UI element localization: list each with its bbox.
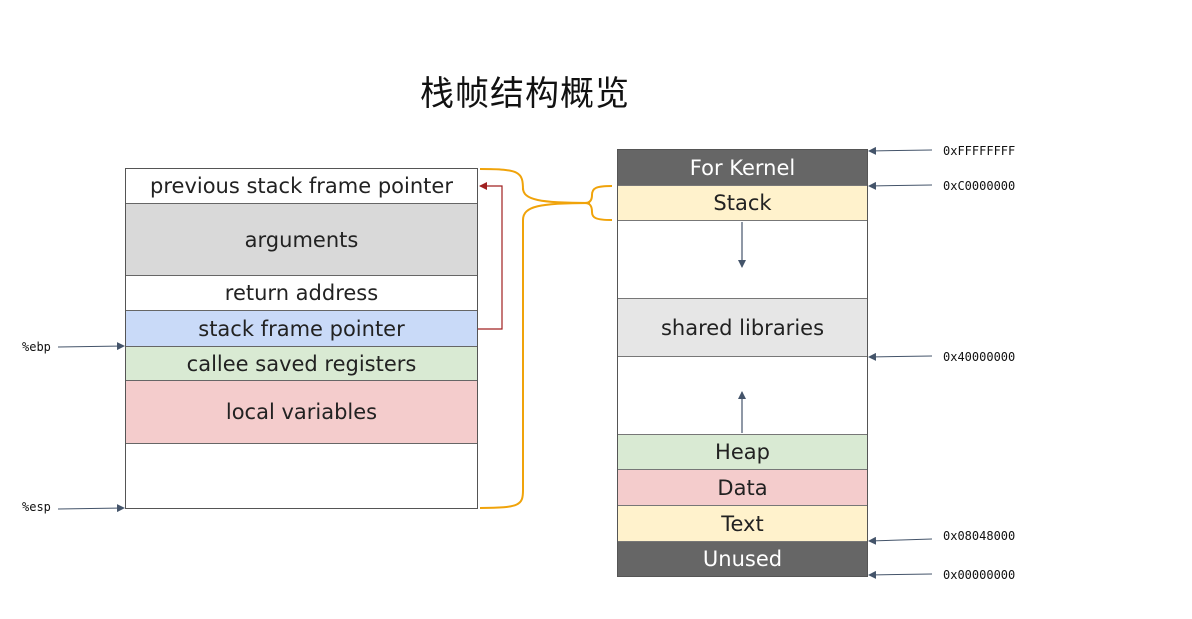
stack-row-brace xyxy=(584,185,613,221)
addr-stack-top-arrow xyxy=(868,181,933,190)
addr-bottom-arrow xyxy=(868,570,933,579)
frame-pointer-link-arrow xyxy=(478,182,503,330)
addr-text-start-arrow xyxy=(868,536,933,545)
addr-shared-libs-arrow xyxy=(868,352,933,361)
esp-arrow xyxy=(57,504,125,513)
connectors xyxy=(57,146,933,579)
ebp-arrow xyxy=(57,342,125,351)
stack-frame-brace xyxy=(479,168,591,509)
addr-kernel-top-arrow xyxy=(868,146,933,155)
